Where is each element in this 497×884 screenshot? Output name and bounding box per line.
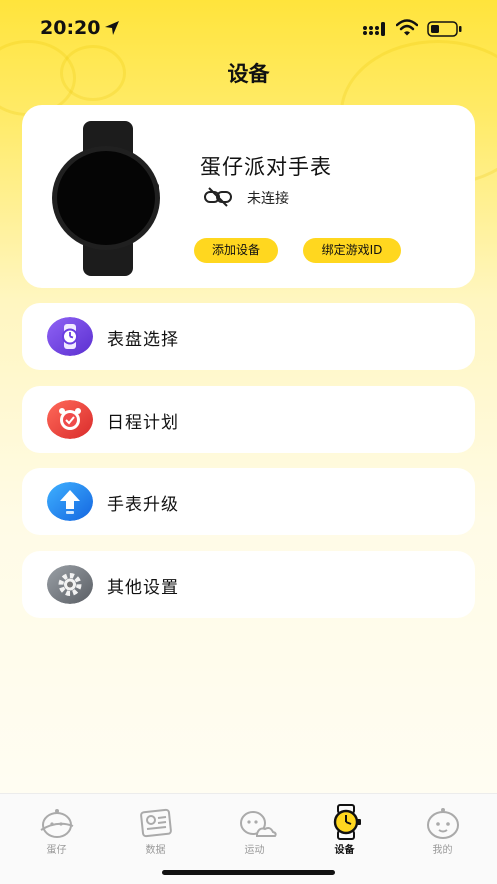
- signal-icon: [363, 22, 385, 36]
- tab-device[interactable]: 设备: [295, 794, 394, 856]
- add-device-button[interactable]: 添加设备: [194, 238, 278, 263]
- profile-face-icon: [427, 808, 459, 839]
- menu-label-watch-upgrade: 手表升级: [107, 495, 179, 515]
- tab-label: 运动: [244, 845, 265, 856]
- eggy-icon: [40, 809, 74, 838]
- menu-label-schedule: 日程计划: [107, 413, 179, 433]
- upgrade-arrow-icon: [47, 482, 93, 521]
- tab-label: 数据: [145, 845, 166, 856]
- tab-label: 设备: [334, 845, 355, 856]
- location-arrow-icon: [105, 21, 119, 35]
- menu-label-other-settings: 其他设置: [107, 578, 179, 598]
- menu-item-watch-face[interactable]: 表盘选择: [22, 303, 475, 370]
- eggy-cloud-icon: [240, 811, 277, 837]
- tab-eggy[interactable]: 蛋仔: [7, 794, 106, 856]
- menu-item-watch-upgrade[interactable]: 手表升级: [22, 468, 475, 535]
- alarm-clock-icon: [47, 400, 93, 439]
- wifi-icon: [396, 19, 418, 36]
- device-name: 蛋仔派对手表: [200, 155, 332, 179]
- tab-me[interactable]: 我的: [393, 794, 492, 856]
- device-card: 蛋仔派对手表 未连接 添加设备 绑定游戏ID: [22, 105, 475, 288]
- menu-label-watch-face: 表盘选择: [107, 330, 179, 350]
- watch-face-icon: [47, 317, 93, 356]
- tab-label: 蛋仔: [46, 845, 67, 856]
- page-title: 设备: [227, 62, 270, 86]
- home-indicator: [162, 870, 335, 875]
- tab-data[interactable]: 数据: [106, 794, 205, 856]
- gear-icon: [47, 565, 93, 604]
- unlinked-chain-icon: [204, 187, 232, 207]
- news-card-icon: [140, 808, 172, 838]
- status-bar: 20:20: [0, 0, 497, 56]
- tab-sports[interactable]: 运动: [205, 794, 304, 856]
- watch-image: [52, 121, 160, 276]
- menu-item-other-settings[interactable]: 其他设置: [22, 551, 475, 618]
- bind-game-id-button[interactable]: 绑定游戏ID: [303, 238, 401, 263]
- menu-item-schedule[interactable]: 日程计划: [22, 386, 475, 453]
- status-time: 20:20: [40, 17, 101, 39]
- battery-icon: [427, 21, 462, 37]
- tab-label: 我的: [432, 845, 453, 856]
- watch-icon: [333, 804, 361, 840]
- connection-status: 未连接: [247, 191, 289, 207]
